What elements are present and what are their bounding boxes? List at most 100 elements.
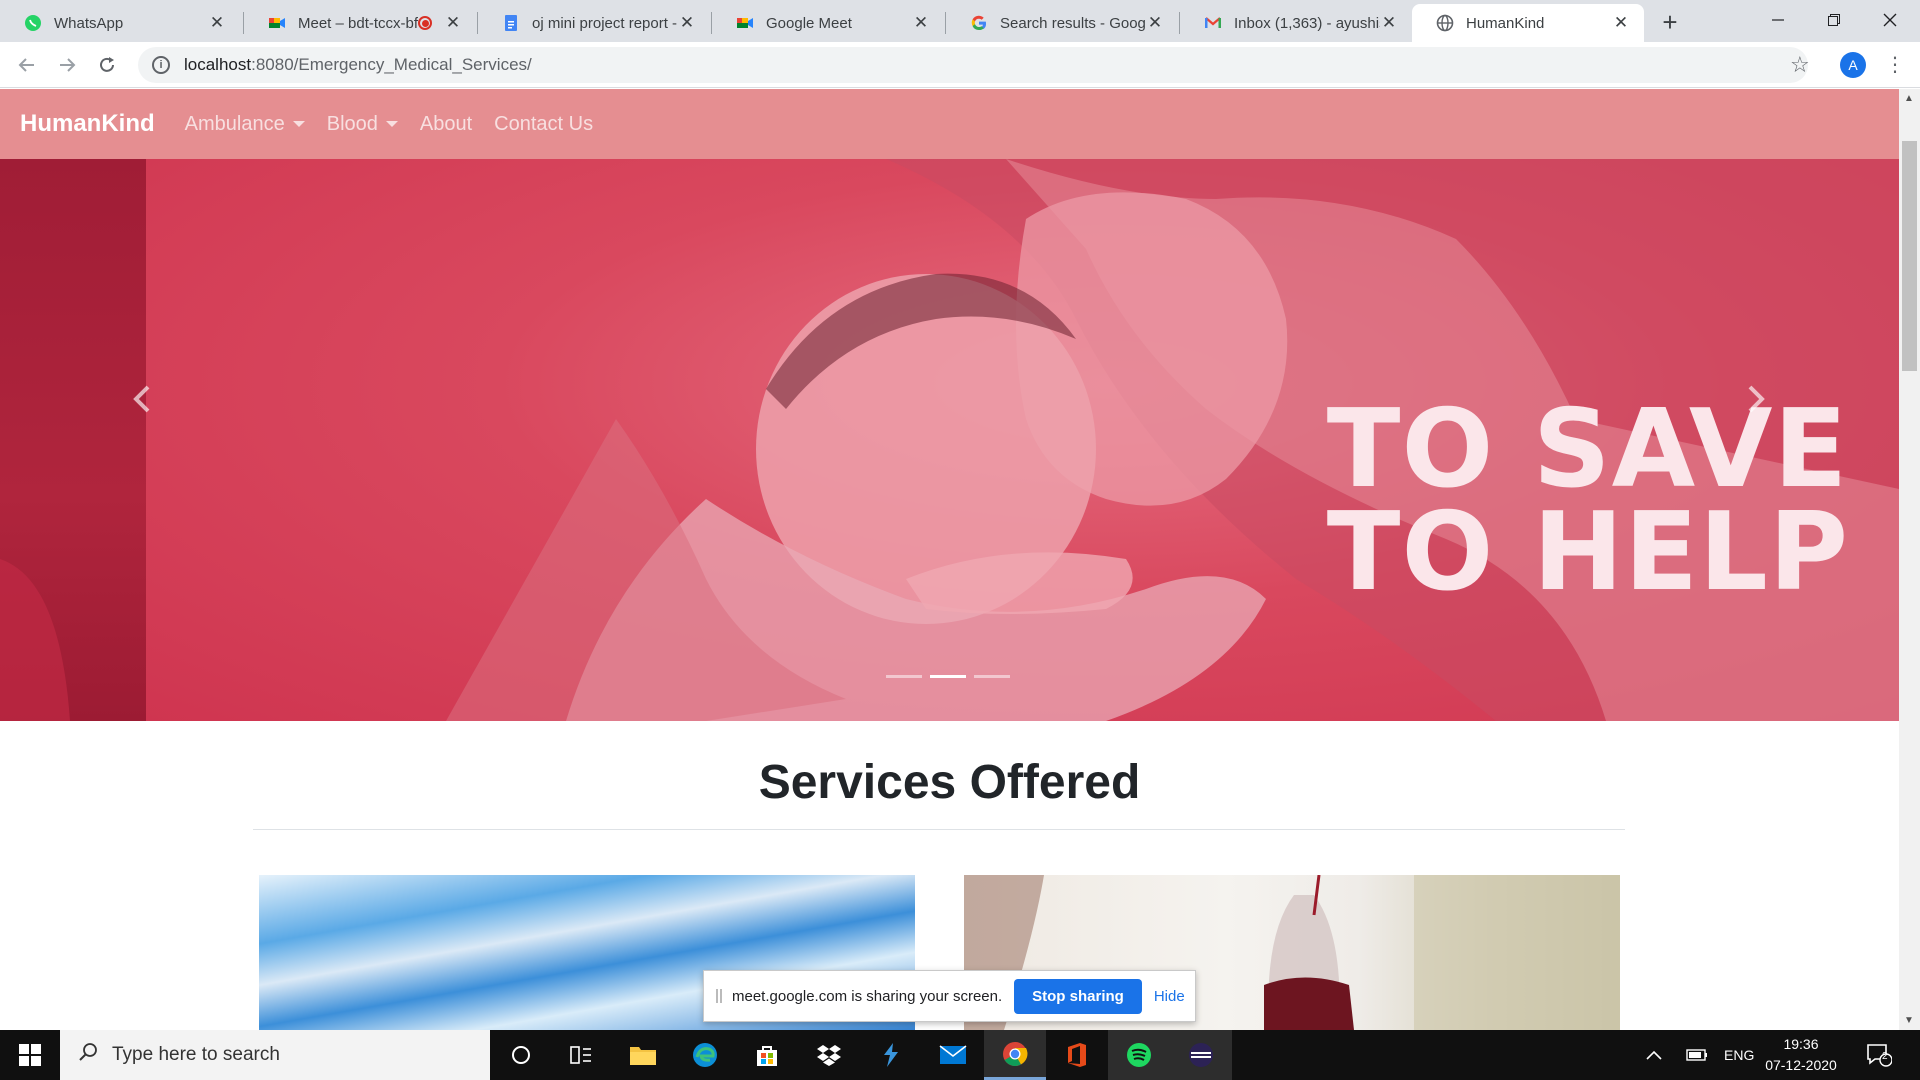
reload-button[interactable] — [92, 50, 122, 80]
nav-blood[interactable]: Blood — [327, 113, 398, 136]
spotify-button[interactable] — [1108, 1030, 1170, 1080]
scrollbar-thumb[interactable] — [1902, 141, 1917, 371]
google-docs-icon — [502, 14, 520, 32]
carousel-indicators — [886, 675, 1010, 678]
tab-label: Search results - Google — [1000, 14, 1146, 32]
chevron-up-icon — [1646, 1050, 1662, 1060]
stop-sharing-button[interactable]: Stop sharing — [1014, 978, 1142, 1014]
windows-start-button[interactable] — [0, 1030, 60, 1080]
tab-label: oj mini project report - — [532, 14, 678, 32]
nav-label: Contact Us — [494, 112, 594, 135]
back-button[interactable] — [12, 50, 42, 80]
section-divider — [253, 829, 1625, 830]
slide-peek-art — [0, 559, 70, 721]
hero-slide: TO SAVE TO HELP — [146, 159, 1899, 721]
close-window-button[interactable] — [1862, 0, 1918, 40]
battery-icon[interactable] — [1686, 1030, 1708, 1080]
minimize-button[interactable] — [1750, 0, 1806, 40]
store-button[interactable] — [736, 1030, 798, 1080]
system-clock[interactable]: 19:36 07-12-2020 — [1756, 1034, 1846, 1076]
close-icon[interactable]: ✕ — [912, 13, 930, 32]
caret-down-icon — [292, 121, 305, 127]
bookmark-star-icon[interactable]: ☆ — [1790, 52, 1810, 78]
windows-taskbar: Type here to search ENG 19:36 07-12-2020… — [0, 1030, 1920, 1080]
hero-carousel: TO SAVE TO HELP — [0, 159, 1899, 721]
url-path: :8080/Emergency_Medical_Services/ — [251, 55, 532, 74]
visual-studio-code-button[interactable] — [860, 1030, 922, 1080]
show-hidden-icons-button[interactable] — [1646, 1030, 1662, 1080]
forward-button[interactable] — [52, 50, 82, 80]
edge-button[interactable] — [674, 1030, 736, 1080]
close-icon[interactable]: ✕ — [678, 13, 696, 32]
nav-about[interactable]: About — [420, 113, 472, 136]
drag-handle-icon[interactable] — [716, 989, 722, 1003]
tab-label: HumanKind — [1466, 14, 1545, 32]
edge-icon — [693, 1043, 717, 1067]
chrome-button[interactable] — [984, 1030, 1046, 1080]
caret-down-icon — [385, 121, 398, 127]
nav-label: About — [419, 112, 473, 135]
close-icon[interactable]: ✕ — [444, 13, 462, 32]
close-icon[interactable]: ✕ — [1380, 13, 1398, 32]
site-brand[interactable]: HumanKind — [20, 110, 155, 138]
restore-button[interactable] — [1806, 0, 1862, 40]
tab-meet[interactable]: Meet – bdt-tccx-bf ✕ — [244, 4, 476, 42]
folder-icon — [630, 1047, 656, 1065]
carousel-indicator-active[interactable] — [930, 675, 966, 678]
address-bar[interactable]: i localhost:8080/Emergency_Medical_Servi… — [138, 47, 1808, 83]
tab-label: WhatsApp — [54, 14, 124, 32]
tab-whatsapp[interactable]: WhatsApp ✕ — [0, 4, 240, 42]
file-explorer-button[interactable] — [612, 1030, 674, 1080]
hide-button[interactable]: Hide — [1154, 988, 1185, 1005]
tab-gmail[interactable]: Inbox (1,363) - ayushis ✕ — [1180, 4, 1412, 42]
close-icon[interactable]: ✕ — [1612, 13, 1630, 32]
dropbox-icon — [817, 1045, 841, 1066]
url-text: localhost:8080/Emergency_Medical_Service… — [184, 55, 532, 75]
url-host: localhost — [184, 55, 252, 74]
clock-date: 07-12-2020 — [1765, 1057, 1837, 1073]
cortana-icon — [512, 1046, 530, 1064]
mail-button[interactable] — [922, 1030, 984, 1080]
office-button[interactable] — [1046, 1030, 1108, 1080]
menu-kebab-icon[interactable]: ⋮ — [1885, 52, 1905, 77]
close-icon[interactable]: ✕ — [1146, 13, 1164, 32]
dropbox-button[interactable] — [798, 1030, 860, 1080]
tab-google-meet[interactable]: Google Meet ✕ — [712, 4, 944, 42]
eclipse-button[interactable] — [1170, 1030, 1232, 1080]
google-icon — [970, 14, 988, 32]
scroll-down-icon[interactable]: ▼ — [1904, 1015, 1914, 1026]
new-tab-button[interactable]: + — [1656, 7, 1684, 37]
task-view-icon — [570, 1046, 591, 1064]
tab-search-results[interactable]: Search results - Google ✕ — [946, 4, 1178, 42]
mail-icon — [939, 1045, 967, 1064]
task-view-button[interactable] — [550, 1030, 612, 1080]
site-navbar: HumanKind Ambulance Blood About Contact … — [0, 89, 1899, 159]
carousel-next-button[interactable] — [1726, 359, 1786, 439]
tab-label: Google Meet — [766, 14, 852, 32]
page-scrollbar[interactable]: ▲ ▼ — [1899, 89, 1920, 1030]
recording-icon — [418, 16, 432, 30]
close-icon[interactable]: ✕ — [208, 13, 226, 32]
nav-ambulance[interactable]: Ambulance — [185, 113, 305, 136]
taskbar-search-box[interactable]: Type here to search — [60, 1030, 490, 1080]
scroll-up-icon[interactable]: ▲ — [1904, 93, 1914, 104]
tab-humankind[interactable]: HumanKind ✕ — [1412, 4, 1644, 42]
search-placeholder: Type here to search — [112, 1044, 280, 1065]
services-title: Services Offered — [758, 756, 1141, 809]
google-meet-icon — [736, 14, 754, 32]
input-language-indicator[interactable]: ENG — [1724, 1030, 1754, 1080]
profile-avatar[interactable]: A — [1840, 52, 1866, 78]
search-icon — [78, 1042, 98, 1068]
browser-toolbar: i localhost:8080/Emergency_Medical_Servi… — [0, 42, 1920, 88]
tab-docs[interactable]: oj mini project report - ✕ — [478, 4, 710, 42]
nav-contact-us[interactable]: Contact Us — [494, 113, 593, 136]
notifications-button[interactable]: 2 — [1866, 1030, 1892, 1080]
browser-tab-strip: WhatsApp ✕ Meet – bdt-tccx-bf ✕ oj mini … — [0, 0, 1920, 42]
info-icon[interactable]: i — [152, 56, 170, 74]
carousel-indicator[interactable] — [886, 675, 922, 678]
carousel-prev-button[interactable] — [112, 359, 172, 439]
nav-label: Ambulance — [184, 112, 285, 135]
cortana-button[interactable] — [490, 1030, 552, 1080]
sharing-message: meet.google.com is sharing your screen. — [732, 987, 1003, 1005]
carousel-indicator[interactable] — [974, 675, 1010, 678]
